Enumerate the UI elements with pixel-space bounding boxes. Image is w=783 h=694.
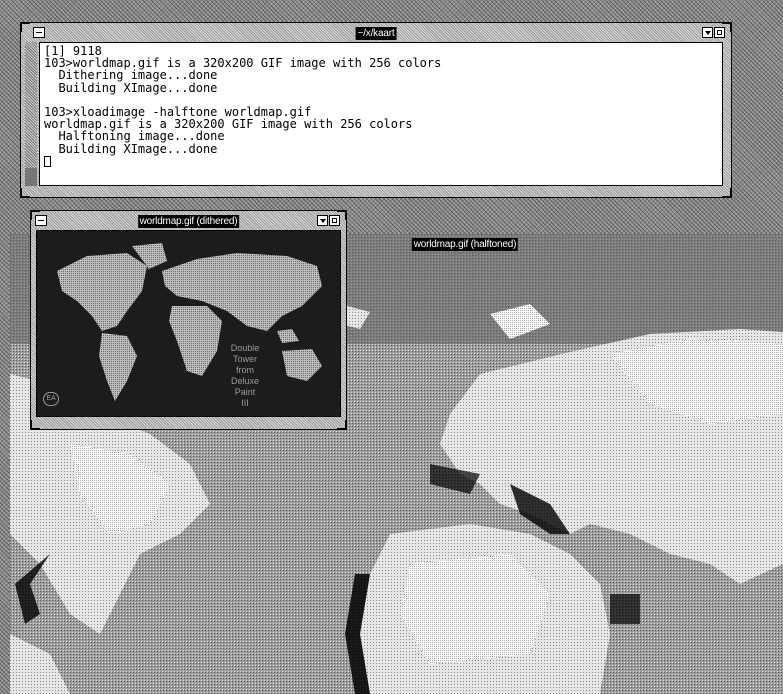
minimize-button[interactable]	[702, 27, 713, 38]
caption-line: Deluxe	[230, 376, 259, 386]
dithered-map-image: Double Tower from Deluxe Paint III EA	[36, 230, 341, 417]
caption-line: III	[241, 398, 249, 408]
map-caption: Double Tower from Deluxe Paint III	[220, 343, 270, 409]
terminal-scrollbar[interactable]	[25, 42, 37, 186]
resize-corner-bottom-left[interactable]	[20, 188, 30, 198]
terminal-line: Building XImage...done	[44, 141, 218, 156]
resize-corner-bottom-right[interactable]	[722, 188, 732, 198]
caption-line: from	[236, 365, 254, 375]
resize-corner-bottom-right[interactable]	[337, 420, 347, 430]
window-menu-button[interactable]	[35, 215, 47, 226]
caption-line: Double	[230, 343, 260, 353]
caption-line: Paint	[234, 387, 256, 397]
maximize-button[interactable]	[714, 27, 725, 38]
terminal-output[interactable]: [1] 9118 103>worldmap.gif is a 320x200 GI…	[39, 42, 723, 186]
text-cursor	[44, 155, 51, 167]
terminal-line: Building XImage...done	[44, 80, 218, 95]
terminal-prompt-line	[44, 155, 718, 167]
terminal-window[interactable]: ~/x/kaart [1] 9118 103>worldmap.gif is a …	[20, 22, 732, 198]
terminal-titlebar[interactable]: ~/x/kaart	[25, 27, 727, 40]
maximize-button[interactable]	[329, 215, 340, 226]
halftoned-window-title: worldmap.gif (halftoned)	[411, 238, 519, 251]
caption-line: Tower	[232, 354, 257, 364]
dithered-window-titlebar[interactable]: worldmap.gif (dithered)	[35, 215, 342, 228]
terminal-line: Halftoning image...done	[44, 129, 225, 144]
ea-logo-icon: EA	[43, 392, 59, 406]
dithered-map-window[interactable]: worldmap.gif (dithered) Double Tower fro…	[30, 210, 347, 430]
terminal-text: [1] 9118 103>worldmap.gif is a 320x200 GI…	[40, 43, 722, 167]
dithered-window-title: worldmap.gif (dithered)	[137, 215, 240, 228]
minimize-button[interactable]	[317, 215, 328, 226]
terminal-title: ~/x/kaart	[355, 27, 397, 40]
window-menu-button[interactable]	[33, 27, 45, 38]
dithered-world-map	[57, 243, 322, 401]
resize-corner-bottom-left[interactable]	[30, 420, 40, 430]
terminal-line: Dithering image...done	[44, 68, 218, 83]
